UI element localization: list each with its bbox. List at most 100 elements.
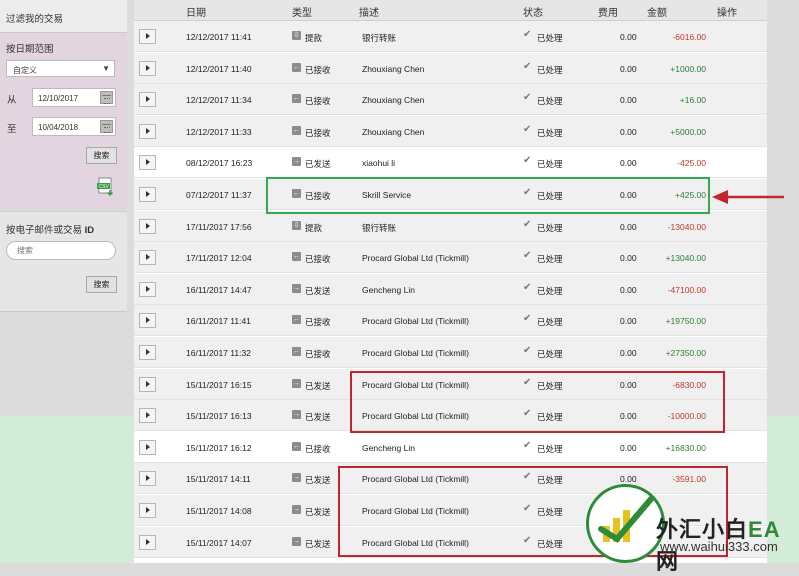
table-row[interactable]: 16/11/2017 14:47 → 已发送 Gencheng Lin ✔ 已处理 0.00…: [134, 273, 767, 305]
cell-amount: +13040.00: [665, 253, 706, 264]
search-field[interactable]: [6, 241, 116, 260]
expand-row-button[interactable]: [139, 29, 156, 44]
expand-row-button[interactable]: [139, 471, 156, 487]
table-row[interactable]: 12/12/2017 11:41 ⇩ 提款 银行转账 ✔ 已处理 0.00 -6016.00: [134, 21, 767, 52]
check-icon: ✔: [523, 29, 532, 40]
date-search-button[interactable]: 搜索: [86, 147, 117, 164]
table-row[interactable]: 12/12/2017 11:34 ← 已接收 Zhouxiang Chen ✔ 已处理 0.…: [134, 84, 767, 116]
table-row[interactable]: 08/12/2017 16:23 → 已发送 xiaohui li ✔ 已处理 0.00 -4…: [134, 147, 767, 179]
expand-row-button[interactable]: [139, 534, 156, 550]
cell-type: 提款: [305, 222, 323, 233]
expand-row-button[interactable]: [139, 503, 156, 518]
table-row[interactable]: 12/12/2017 11:40 ← 已接收 Zhouxiang Chen ✔ 已处理 0.…: [134, 52, 767, 84]
search-input[interactable]: [15, 245, 113, 256]
expand-row-button[interactable]: [139, 376, 156, 392]
cell-date: 15/11/2017 14:07: [186, 537, 252, 548]
header-status: 状态: [523, 8, 543, 19]
check-icon: ✔: [523, 345, 532, 356]
table-row[interactable]: 17/11/2017 17:56 ⇩ 提款 银行转账 ✔ 已处理 0.00 -13040.00: [134, 210, 767, 242]
cell-date: 07/12/2017 11:37: [186, 190, 252, 200]
header-amount: 金额: [647, 8, 667, 19]
arrow-right-icon: →: [292, 505, 301, 514]
arrow-right-icon: →: [292, 157, 301, 167]
expand-row-button[interactable]: [139, 439, 156, 455]
cell-date: 16/11/2017 14:47: [186, 284, 252, 295]
check-icon: ✔: [523, 60, 532, 72]
arrow-left-icon: ←: [292, 62, 301, 72]
expand-row-button[interactable]: [139, 155, 156, 171]
download-icon: ⇩: [292, 220, 301, 230]
arrow-left-icon: ←: [292, 94, 301, 104]
to-date-field[interactable]: 10/04/2018: [32, 117, 116, 136]
cell-fee: 0.00: [620, 221, 637, 232]
cell-status: 已处理: [537, 33, 563, 43]
cell-status: 已处理: [537, 127, 563, 138]
cell-fee: 0.00: [620, 253, 637, 264]
cell-fee: 0.00: [620, 63, 637, 74]
cell-description: Zhouxiang Chen: [362, 95, 425, 106]
cell-date: 15/11/2017 14:08: [186, 506, 252, 516]
cell-date: 12/12/2017 11:41: [186, 32, 252, 42]
cell-date: 12/12/2017 11:40: [186, 63, 252, 74]
filter-title: 过滤我的交易: [6, 14, 64, 25]
calendar-icon[interactable]: [100, 91, 113, 104]
table-row[interactable]: 16/11/2017 11:32 ← 已接收 Procard Global Ltd (…: [134, 337, 767, 368]
cell-type: 已发送: [305, 285, 331, 296]
date-range-select[interactable]: 自定义 ▼: [6, 60, 115, 77]
expand-row-button[interactable]: [139, 250, 156, 266]
cell-date: 15/11/2017 16:12: [186, 442, 252, 453]
cell-amount: -6016.00: [672, 32, 706, 42]
cell-description: 银行转账: [362, 222, 397, 233]
to-label: 至: [7, 124, 17, 135]
cell-status: 已处理: [537, 222, 563, 233]
arrow-left-icon: ←: [292, 125, 301, 135]
cell-type: 已发送: [305, 380, 331, 391]
cell-amount: +16830.00: [665, 442, 706, 453]
cell-status: 已处理: [537, 96, 563, 107]
cell-fee: 0.00: [620, 348, 637, 358]
id-filter-label: 按电子邮件或交易 ID: [6, 225, 95, 236]
table-row[interactable]: 15/11/2017 16:12 ← 已接收 Gencheng Lin ✔ 已处理 0.00…: [134, 431, 767, 463]
cell-date: 17/11/2017 17:56: [186, 221, 252, 232]
highlight-box-green: [266, 177, 710, 214]
cell-amount: +1000.00: [670, 63, 706, 74]
expand-row-button[interactable]: [139, 313, 156, 329]
from-date-value: 12/10/2017: [38, 94, 79, 103]
cell-amount: -13040.00: [667, 221, 706, 232]
cell-type: 已接收: [305, 317, 331, 328]
cell-date: 16/11/2017 11:32: [186, 348, 251, 358]
from-date-field[interactable]: 12/10/2017: [32, 88, 116, 107]
cell-type: 提款: [305, 33, 323, 43]
header-description: 描述: [359, 8, 379, 19]
cell-fee: 0.00: [620, 95, 637, 106]
table-row[interactable]: 12/12/2017 11:33 ← 已接收 Zhouxiang Chen ✔ 已处理 0.…: [134, 115, 767, 147]
expand-row-button[interactable]: [139, 123, 156, 139]
table-row[interactable]: 17/11/2017 12:04 ← 已接收 Procard Global Ltd (…: [134, 242, 767, 274]
cell-fee: 0.00: [620, 316, 637, 327]
cell-date: 15/11/2017 16:13: [186, 411, 252, 422]
cell-date: 12/12/2017 11:33: [186, 126, 252, 137]
expand-row-button[interactable]: [139, 92, 156, 108]
expand-row-button[interactable]: [139, 60, 156, 76]
cell-status: 已处理: [537, 285, 563, 296]
expand-row-button[interactable]: [139, 218, 156, 234]
csv-export-icon[interactable]: CSV: [96, 177, 116, 197]
check-icon: ✔: [523, 250, 532, 262]
calendar-icon[interactable]: [100, 120, 113, 133]
cell-type: 已发送: [305, 538, 331, 549]
cell-amount: +27350.00: [665, 348, 706, 358]
expand-row-button[interactable]: [139, 187, 156, 202]
expand-row-button[interactable]: [139, 345, 156, 360]
header-date: 日期: [186, 8, 206, 19]
expand-row-button[interactable]: [139, 408, 156, 424]
watermark-logo: 外汇小白EA网 www.waihui333.com: [586, 484, 799, 574]
id-search-button[interactable]: 搜索: [86, 276, 117, 293]
filter-title-bar: 过滤我的交易: [0, 0, 127, 33]
cell-status: 已处理: [537, 64, 563, 75]
cell-date: 08/12/2017 16:23: [186, 158, 253, 169]
cell-status: 已处理: [537, 317, 563, 328]
expand-row-button[interactable]: [139, 281, 156, 297]
arrow-left-icon: [712, 190, 784, 204]
arrow-left-icon: ←: [292, 347, 301, 356]
table-row[interactable]: 16/11/2017 11:41 ← 已接收 Procard Global Ltd (…: [134, 305, 767, 337]
